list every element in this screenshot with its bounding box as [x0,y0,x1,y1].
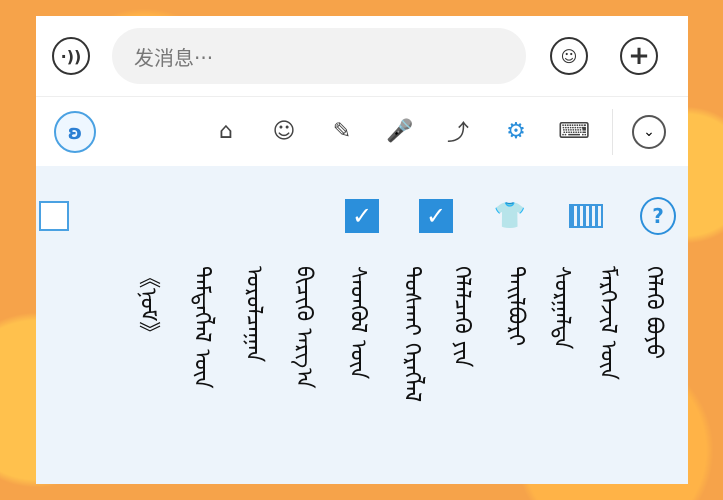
message-input[interactable]: 发消息··· [112,28,526,84]
toolbar-divider [612,109,613,155]
checkbox-checked-2[interactable]: ✓ [418,198,454,234]
emoji-button[interactable]: ☺ [550,37,588,75]
share-icon: ⤴ [446,121,469,146]
home-icon: ⌂ [219,118,233,144]
handwriting-button[interactable]: ✎ [324,113,360,149]
app-logo-icon[interactable]: ʚ [54,111,96,153]
help-icon: ? [640,197,676,235]
mongolian-line-5[interactable]: ᠬᠡᠯᠡᠯᠴᠡᠬᠦ ᠶᠢᠨ [449,266,494,476]
emoji-toolbar-button[interactable]: ☺ [266,113,302,149]
chevron-down-icon: ⌄ [643,124,655,140]
checkbox-checked-1[interactable]: ✓ [344,198,380,234]
keyboard-frame: ·)) 发消息··· ☺ + ʚ ⌂ ☺ ✎ 🎤 ⤴ ⚙ ⌨ ⌄ ✓ ✓ 👕 ?… [36,16,688,484]
tshirt-button[interactable]: 👕 [492,198,528,234]
keyboard-toolbar: ʚ ⌂ ☺ ✎ 🎤 ⤴ ⚙ ⌨ ⌄ [36,96,688,167]
checkbox-empty[interactable] [36,198,72,234]
mongolian-line-9[interactable]: ᠤᠷᠤᠯᠴᠠᠭᠠᠨ [241,266,286,476]
message-placeholder: 发消息··· [134,45,214,70]
help-button[interactable]: ? [640,197,676,235]
mongolian-line-1[interactable]: ᠬᠡᠯᠡᠬᠦ ᠪᠤᠶᠤ [641,266,686,476]
input-bar: ·)) 发消息··· ☺ + [36,16,688,96]
keyboard-switch-button[interactable]: ⌨ [556,113,592,149]
mongolian-line-7[interactable]: ᠰᠡᠳᠭᠦᠯ ᠦᠨ [345,266,390,476]
plus-icon: + [628,41,650,71]
microphone-icon: 🎤 [386,118,414,144]
smiley-icon: ☺ [272,118,296,144]
collapse-button[interactable]: ⌄ [632,115,666,149]
gear-icon: ⚙ [506,118,526,144]
mongolian-line-2[interactable]: ᠮᠡᠷᠭᠡᠵᠢᠯ ᠦᠨ [595,266,640,476]
smiley-icon: ☺ [560,46,578,66]
keyboard-icon: ⌨ [558,118,590,144]
keyboard-layout-button[interactable] [568,198,604,234]
voice-input-button[interactable]: 🎤 [382,113,418,149]
home-button[interactable]: ⌂ [208,113,244,149]
checkbox-empty-box [39,201,69,231]
checkmark-icon: ✓ [419,199,453,233]
mongolian-line-6[interactable]: ᠲᠤᠰᠬᠠᠢ ᠬᠡᠷᠡᠭᠯᠡᠯ [399,266,444,476]
checkmark-icon: ✓ [345,199,379,233]
plus-button[interactable]: + [620,37,658,75]
keyboard-icon [569,204,603,228]
share-button[interactable]: ⤴ [440,113,476,149]
pencil-icon: ✎ [332,118,352,144]
mongolian-line-8[interactable]: ᠪᠢᠴᠢᠬᠦ ᠠᠷᠭ᠎ᠠ [291,266,336,476]
settings-button[interactable]: ⚙ [498,113,534,149]
tshirt-icon: 👕 [493,201,527,231]
mongolian-line-10[interactable]: ᠲᠡᠮᠳᠡᠭᠯᠡᠯ ᠦᠨ [189,266,234,476]
candidate-panel: ✓ ✓ 👕 ? ᠬᠡᠯᠡᠬᠦ ᠪᠤᠶᠤ ᠮᠡᠷᠭᠡᠵᠢᠯ ᠦᠨ ᠰᠤᠷᠭᠠᠯᠲᠠ… [36,166,688,484]
mongolian-line-3[interactable]: ᠰᠤᠷᠭᠠᠯᠲᠠ [549,266,594,476]
mongolian-line-4[interactable]: ᠲᠠᠢᠯᠪᠤᠷᠢ [503,266,548,476]
mongolian-line-11[interactable]: 《ᠨᠣᠮ》 [135,266,180,476]
voice-button[interactable]: ·)) [52,37,90,75]
voice-icon: ·)) [60,46,82,66]
